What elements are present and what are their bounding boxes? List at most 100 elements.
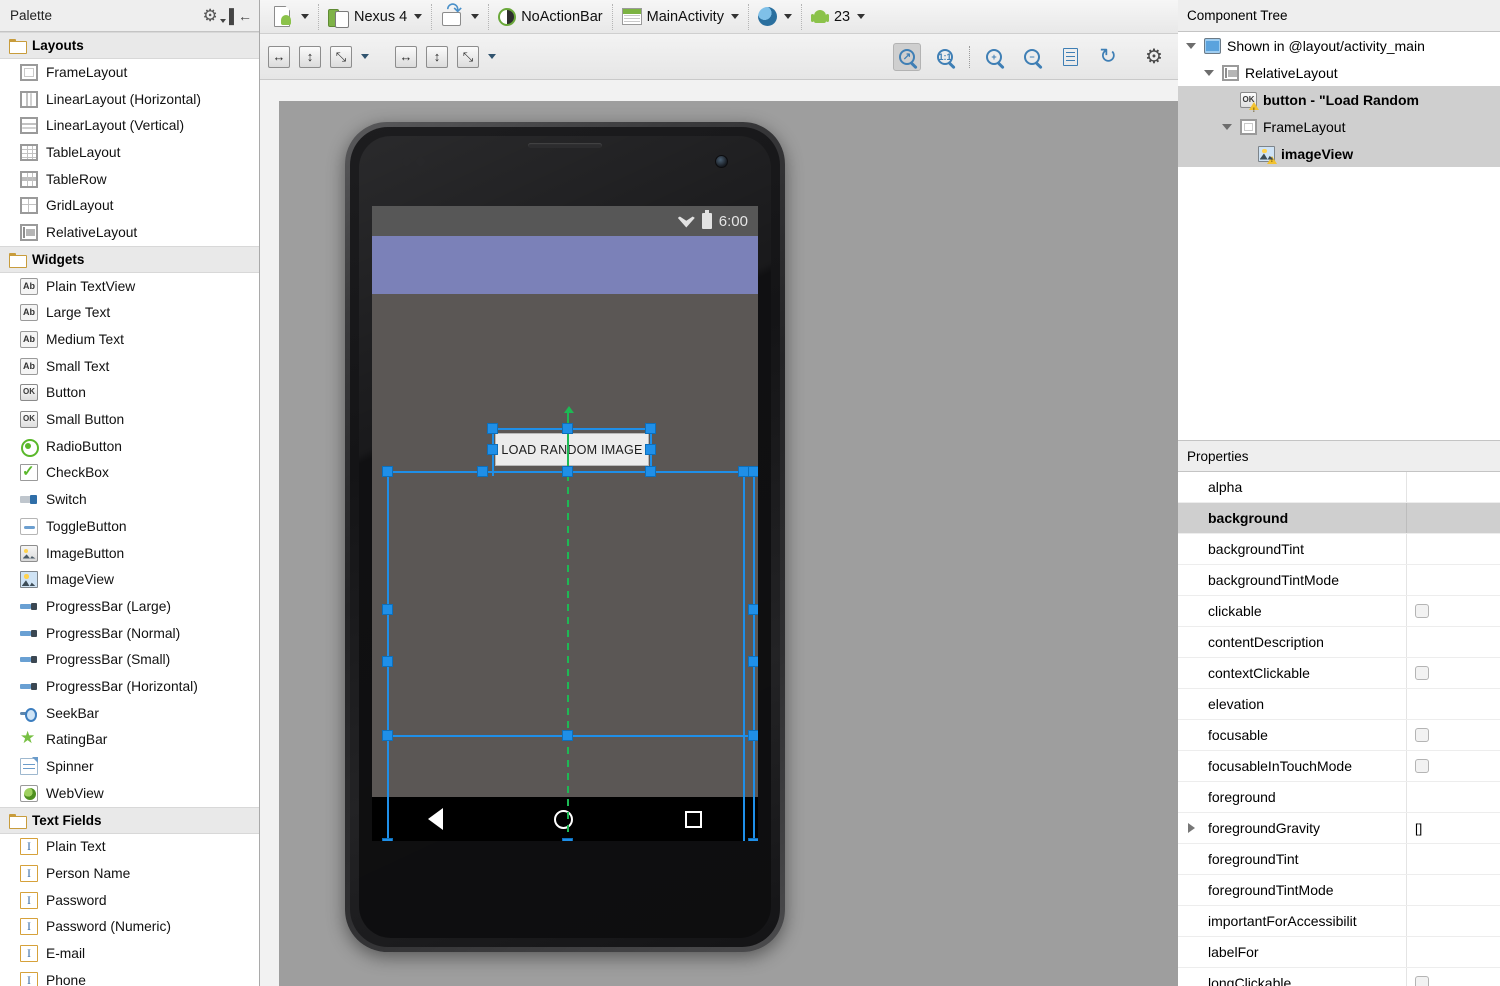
zoom-controls[interactable]: ↗ 1:1 + − ↻: [893, 43, 1168, 71]
resize-handle[interactable]: [645, 444, 656, 455]
resize-handle[interactable]: [748, 604, 758, 615]
property-checkbox[interactable]: [1415, 666, 1429, 680]
property-value[interactable]: [1406, 968, 1500, 986]
palette-item-seekbar[interactable]: SeekBar: [0, 700, 259, 727]
palette-item-radiobutton[interactable]: RadioButton: [0, 433, 259, 460]
tree-expander-icon[interactable]: [1184, 43, 1198, 49]
palette-item-framelayout[interactable]: FrameLayout: [0, 59, 259, 86]
zoom-in-icon[interactable]: +: [980, 43, 1008, 71]
theme-dropdown[interactable]: NoActionBar: [489, 4, 612, 30]
property-value[interactable]: [1406, 627, 1500, 657]
resize-handle[interactable]: [477, 466, 488, 477]
palette-item-progressbar-horizontal[interactable]: ProgressBar (Horizontal): [0, 673, 259, 700]
property-value[interactable]: [1406, 906, 1500, 936]
resize-handle[interactable]: [382, 730, 393, 741]
properties-table[interactable]: alphabackgroundbackgroundTintbackgroundT…: [1178, 472, 1500, 986]
palette-item-relativelayout[interactable]: RelativeLayout: [0, 219, 259, 246]
distribute-vertical-icon[interactable]: ↕: [299, 46, 321, 68]
property-value[interactable]: [1406, 720, 1500, 750]
palette-item-progressbar-normal[interactable]: ProgressBar (Normal): [0, 620, 259, 647]
resize-handle[interactable]: [645, 466, 656, 477]
palette-item-button[interactable]: OKButton: [0, 380, 259, 407]
palette-item-small-text[interactable]: AbSmall Text: [0, 353, 259, 380]
palette-item-tablelayout[interactable]: TableLayout: [0, 139, 259, 166]
property-value[interactable]: [1406, 596, 1500, 626]
property-value[interactable]: [1406, 751, 1500, 781]
resize-handle[interactable]: [382, 656, 393, 667]
refresh-icon[interactable]: ↻: [1094, 43, 1122, 71]
property-value[interactable]: [1406, 937, 1500, 967]
component-tree[interactable]: Shown in @layout/activity_mainRelativeLa…: [1178, 32, 1500, 167]
palette-item-spinner[interactable]: Spinner: [0, 753, 259, 780]
tree-node-framelayout[interactable]: FrameLayout: [1178, 113, 1500, 140]
palette-item-password-numeric[interactable]: IPassword (Numeric): [0, 914, 259, 941]
palette-item-person-name[interactable]: IPerson Name: [0, 860, 259, 887]
render-preview-icon[interactable]: [1056, 43, 1084, 71]
property-row-longclickable[interactable]: longClickable: [1178, 968, 1500, 986]
property-row-foregroundtintmode[interactable]: foregroundTintMode: [1178, 875, 1500, 906]
property-checkbox[interactable]: [1415, 604, 1429, 618]
orientation-dropdown[interactable]: [432, 4, 489, 30]
palette-group-layouts[interactable]: Layouts: [0, 32, 259, 59]
resize-handle[interactable]: [487, 423, 498, 434]
gear-icon[interactable]: [201, 5, 227, 27]
property-row-contentdescription[interactable]: contentDescription: [1178, 627, 1500, 658]
property-value[interactable]: [1406, 875, 1500, 905]
palette-group-widgets[interactable]: Widgets: [0, 246, 259, 273]
palette-item-togglebutton[interactable]: ToggleButton: [0, 513, 259, 540]
resize-handle[interactable]: [748, 730, 758, 741]
device-screen[interactable]: 6:00 LOAD RANDOM IMAGE: [372, 206, 758, 841]
property-row-alpha[interactable]: alpha: [1178, 472, 1500, 503]
property-value[interactable]: [1406, 472, 1500, 502]
property-row-foregroundgravity[interactable]: foregroundGravity[]: [1178, 813, 1500, 844]
palette-item-e-mail[interactable]: IE-mail: [0, 940, 259, 967]
tree-node-imageview[interactable]: imageView: [1178, 140, 1500, 167]
palette-item-progressbar-small[interactable]: ProgressBar (Small): [0, 646, 259, 673]
property-checkbox[interactable]: [1415, 976, 1429, 986]
resize-handle[interactable]: [748, 838, 758, 841]
property-row-elevation[interactable]: elevation: [1178, 689, 1500, 720]
property-value[interactable]: [1406, 689, 1500, 719]
resize-handle[interactable]: [382, 604, 393, 615]
palette-item-webview[interactable]: WebView: [0, 780, 259, 807]
property-row-clickable[interactable]: clickable: [1178, 596, 1500, 627]
property-checkbox[interactable]: [1415, 728, 1429, 742]
chevron-down-icon[interactable]: [488, 54, 496, 59]
zoom-out-icon[interactable]: −: [1018, 43, 1046, 71]
palette-item-plain-textview[interactable]: AbPlain TextView: [0, 273, 259, 300]
tree-node-shown-in-layout-activity-main[interactable]: Shown in @layout/activity_main: [1178, 32, 1500, 59]
align-horizontal-icon[interactable]: ↔: [268, 46, 290, 68]
align-horizontal-2-icon[interactable]: ↔: [395, 46, 417, 68]
palette-list[interactable]: LayoutsFrameLayoutLinearLayout (Horizont…: [0, 32, 259, 986]
palette-item-switch[interactable]: Switch: [0, 486, 259, 513]
property-row-foreground[interactable]: foreground: [1178, 782, 1500, 813]
palette-item-phone[interactable]: IPhone: [0, 967, 259, 986]
zoom-actual-size-icon[interactable]: 1:1: [931, 43, 959, 71]
tree-node-button-load-random[interactable]: OKbutton - "Load Random: [1178, 86, 1500, 113]
resize-handle[interactable]: [562, 423, 573, 434]
property-value[interactable]: [1406, 658, 1500, 688]
property-row-focusableintouchmode[interactable]: focusableInTouchMode: [1178, 751, 1500, 782]
property-row-backgroundtintmode[interactable]: backgroundTintMode: [1178, 565, 1500, 596]
palette-item-linearlayout-vertical[interactable]: LinearLayout (Vertical): [0, 112, 259, 139]
resize-handle[interactable]: [382, 466, 393, 477]
expand-2-icon[interactable]: ⤡: [457, 46, 479, 68]
palette-item-large-text[interactable]: AbLarge Text: [0, 300, 259, 327]
settings-gear-icon[interactable]: ⚙: [1140, 43, 1168, 71]
property-row-contextclickable[interactable]: contextClickable: [1178, 658, 1500, 689]
load-random-image-button[interactable]: LOAD RANDOM IMAGE: [495, 433, 649, 466]
property-row-focusable[interactable]: focusable: [1178, 720, 1500, 751]
zoom-to-fit-icon[interactable]: ↗: [893, 43, 921, 71]
property-row-foregroundtint[interactable]: foregroundTint: [1178, 844, 1500, 875]
resize-handle[interactable]: [382, 838, 393, 841]
property-value[interactable]: [1406, 565, 1500, 595]
property-value[interactable]: [1406, 534, 1500, 564]
palette-item-plain-text[interactable]: IPlain Text: [0, 834, 259, 861]
palette-item-password[interactable]: IPassword: [0, 887, 259, 914]
property-value[interactable]: [1406, 844, 1500, 874]
resize-handle[interactable]: [748, 656, 758, 667]
palette-item-imagebutton[interactable]: ImageButton: [0, 540, 259, 567]
property-checkbox[interactable]: [1415, 759, 1429, 773]
device-dropdown[interactable]: Nexus 4: [319, 4, 432, 30]
palette-group-text-fields[interactable]: Text Fields: [0, 807, 259, 834]
